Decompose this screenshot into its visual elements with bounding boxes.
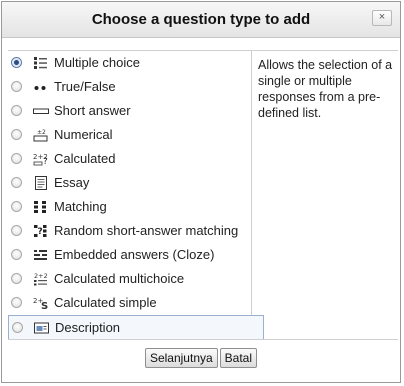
svg-text:S: S — [41, 301, 48, 311]
description-icon — [34, 320, 50, 336]
option-label: Calculated — [54, 151, 116, 166]
option-short-answer[interactable]: Short answer — [8, 99, 264, 123]
svg-text:?: ? — [38, 227, 43, 237]
option-description[interactable]: Description — [8, 315, 264, 340]
option-label: Short answer — [54, 103, 131, 118]
option-label: Calculated multichoice — [54, 271, 185, 286]
radio-numerical[interactable] — [11, 129, 22, 140]
matching-icon — [33, 199, 49, 215]
option-essay[interactable]: Essay — [8, 171, 264, 195]
radio-description[interactable] — [12, 322, 23, 333]
option-calculated[interactable]: 2+2 ? Calculated — [8, 147, 264, 171]
radio-random-short-answer-matching[interactable] — [11, 225, 22, 236]
dialog-titlebar: Choose a question type to add × — [2, 2, 400, 38]
svg-text:±2: ±2 — [37, 129, 46, 136]
description-panel: Allows the selection of a single or mult… — [252, 50, 398, 339]
option-true-false[interactable]: True/False — [8, 75, 264, 99]
embedded-answers-icon — [33, 247, 49, 263]
dialog-buttons: Selanjutnya Batal — [2, 348, 400, 370]
option-label: Calculated simple — [54, 295, 157, 310]
next-button[interactable]: Selanjutnya — [144, 348, 218, 368]
option-multiple-choice[interactable]: Multiple choice — [8, 51, 264, 75]
option-numerical[interactable]: ±2 Numerical — [8, 123, 264, 147]
radio-multiple-choice[interactable] — [11, 57, 22, 68]
option-label: Essay — [54, 175, 90, 190]
divider — [8, 339, 398, 340]
dialog-title: Choose a question type to add — [91, 11, 311, 28]
radio-true-false[interactable] — [11, 81, 22, 92]
numerical-icon: ±2 — [33, 127, 49, 143]
svg-text:2+2: 2+2 — [34, 272, 48, 280]
essay-icon — [33, 175, 49, 191]
radio-calculated-multichoice[interactable] — [11, 273, 22, 284]
true-false-icon — [33, 79, 49, 95]
calculated-icon: 2+2 ? — [33, 151, 49, 167]
option-label: Embedded answers (Cloze) — [54, 247, 215, 262]
radio-essay[interactable] — [11, 177, 22, 188]
close-button[interactable]: × — [372, 10, 392, 26]
option-label: Multiple choice — [54, 55, 140, 70]
option-label: Numerical — [54, 127, 113, 142]
cancel-button[interactable]: Batal — [219, 348, 258, 368]
option-label: True/False — [54, 79, 116, 94]
calculated-multichoice-icon: 2+2 — [33, 271, 49, 287]
radio-calculated[interactable] — [11, 153, 22, 164]
question-type-description: Allows the selection of a single or mult… — [258, 58, 393, 120]
radio-calculated-simple[interactable] — [11, 297, 22, 308]
option-calculated-multichoice[interactable]: 2+2 Calculated multichoice — [8, 267, 264, 291]
svg-text:?: ? — [43, 157, 48, 167]
question-type-dialog: Choose a question type to add × Multiple… — [1, 1, 401, 383]
short-answer-icon — [33, 103, 49, 119]
multiple-choice-icon — [33, 55, 49, 71]
option-label: Matching — [54, 199, 107, 214]
option-calculated-simple[interactable]: 2+ S Calculated simple — [8, 291, 264, 315]
radio-short-answer[interactable] — [11, 105, 22, 116]
radio-matching[interactable] — [11, 201, 22, 212]
option-label: Random short-answer matching — [54, 223, 239, 238]
random-short-answer-matching-icon: ? — [33, 223, 49, 239]
radio-embedded-answers[interactable] — [11, 249, 22, 260]
option-matching[interactable]: Matching — [8, 195, 264, 219]
option-random-short-answer-matching[interactable]: ? Random short-answer matching — [8, 219, 264, 243]
question-type-list: Multiple choice True/False Short answer — [8, 50, 264, 340]
option-embedded-answers[interactable]: Embedded answers (Cloze) — [8, 243, 264, 267]
calculated-simple-icon: 2+ S — [33, 295, 49, 311]
option-label: Description — [55, 320, 121, 335]
